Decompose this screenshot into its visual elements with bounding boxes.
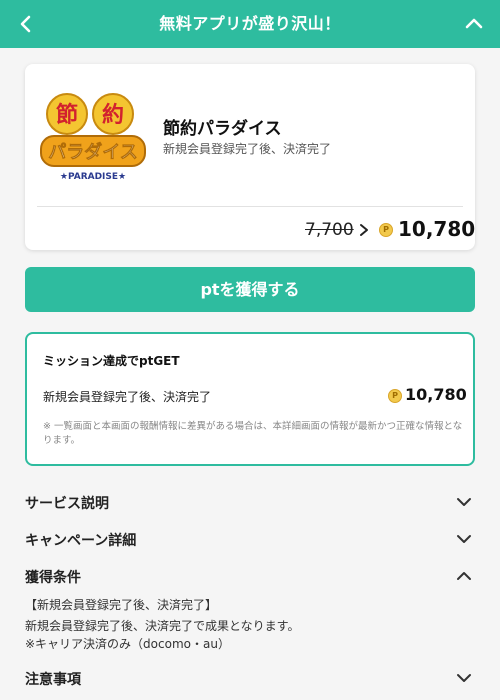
offer-card: 節 約 パラダイス ★PARADISE★ 節約パラダイス 新規会員登録完了後、決… (25, 64, 475, 250)
svg-text:★PARADISE★: ★PARADISE★ (60, 172, 126, 182)
section-conditions-label: 獲得条件 (25, 570, 81, 586)
top-bar: 無料アプリが盛り沢山！ (0, 0, 500, 48)
collapse-icon[interactable] (462, 12, 486, 36)
point-coin-icon: P (379, 223, 393, 237)
chevron-down-icon (457, 498, 471, 506)
conditions-line-2: 新規会員登録完了後、決済完了で成果となります。 (25, 619, 300, 633)
app-condition: 新規会員登録完了後、決済完了 (163, 142, 332, 156)
mission-condition: 新規会員登録完了後、決済完了 (43, 390, 212, 404)
old-points: 7,700 (305, 220, 354, 240)
chevron-up-icon (457, 572, 471, 580)
mission-title: ミッション達成でptGET (43, 354, 180, 368)
svg-text:節: 節 (56, 102, 78, 128)
section-notes[interactable]: 注意事項 (25, 665, 475, 691)
point-coin-icon: P (388, 389, 402, 403)
chevron-down-icon (457, 535, 471, 543)
conditions-line-3: ※キャリア決済のみ（docomo・au） (25, 637, 230, 651)
svg-text:パラダイス: パラダイス (48, 141, 137, 163)
chevron-right-icon (360, 224, 368, 236)
app-logo: 節 約 パラダイス ★PARADISE★ (40, 93, 146, 182)
header-title: 無料アプリが盛り沢山！ (159, 14, 341, 33)
mission-box: ミッション達成でptGET 新規会員登録完了後、決済完了 P 10,780 ※ … (25, 332, 475, 466)
chevron-down-icon (457, 674, 471, 682)
svg-text:約: 約 (102, 102, 124, 128)
divider (37, 206, 463, 207)
mission-note: ※ 一覧画面と本画面の報酬情報に差異がある場合は、本詳細画面の情報が最新かつ正確… (43, 421, 463, 446)
mission-points: 10,780 (405, 385, 467, 404)
new-points: 10,780 (398, 217, 476, 241)
section-service-label: サービス説明 (25, 496, 109, 512)
get-points-button[interactable]: ptを獲得する (25, 267, 475, 312)
section-service[interactable]: サービス説明 (25, 489, 475, 515)
app-name: 節約パラダイス (163, 119, 282, 139)
section-notes-label: 注意事項 (25, 672, 81, 688)
section-campaign-label: キャンペーン詳細 (25, 533, 137, 549)
conditions-line-1: 【新規会員登録完了後、決済完了】 (25, 598, 218, 612)
section-conditions[interactable]: 獲得条件 (25, 563, 475, 589)
section-campaign[interactable]: キャンペーン詳細 (25, 526, 475, 552)
